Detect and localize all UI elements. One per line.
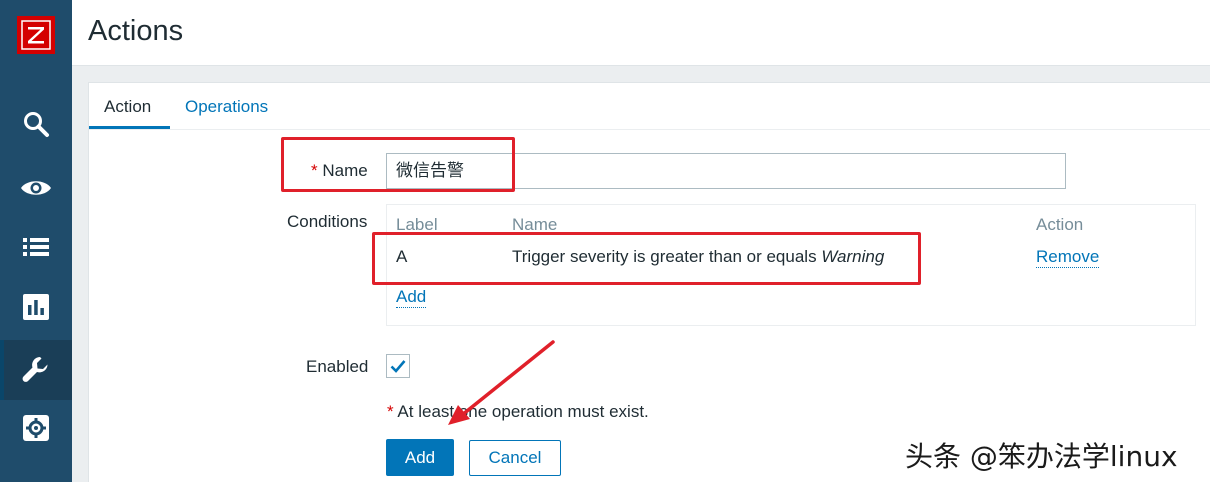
tab-action[interactable]: Action <box>104 97 151 117</box>
condition-label-cell: A <box>396 247 408 266</box>
annotation-arrow-icon <box>448 340 555 425</box>
column-header-label: Label <box>396 215 438 234</box>
page-title: Actions <box>88 15 184 47</box>
column-header-action: Action <box>1036 215 1084 234</box>
condition-name-text: Trigger severity is greater than or equa… <box>512 247 817 266</box>
sidebar-item-reports[interactable] <box>0 277 72 337</box>
condition-name-cell: Trigger severity is greater than or equa… <box>512 247 884 267</box>
add-condition-link[interactable]: Add <box>396 287 427 308</box>
sidebar <box>0 0 72 482</box>
sidebar-item-administration[interactable] <box>0 398 72 458</box>
checkmark-icon <box>390 360 406 373</box>
name-label-text: Name <box>322 161 368 180</box>
enabled-checkbox[interactable] <box>386 354 410 378</box>
warning-mark: * <box>387 402 394 421</box>
gear-icon <box>23 415 49 441</box>
sidebar-item-monitoring[interactable] <box>0 158 72 218</box>
page-header: Actions <box>72 0 1210 66</box>
active-tab-indicator <box>89 126 170 129</box>
tab-bar: Action Operations <box>89 83 1210 130</box>
bar-chart-icon <box>23 294 49 320</box>
remove-condition-link[interactable]: Remove <box>1036 247 1100 268</box>
add-button[interactable]: Add <box>386 439 454 476</box>
sidebar-item-configuration[interactable] <box>0 340 72 400</box>
sidebar-item-search[interactable] <box>0 94 72 154</box>
name-label: * Name <box>311 161 368 181</box>
name-field[interactable]: 微信告警 <box>386 153 1066 189</box>
enabled-label: Enabled <box>306 357 369 376</box>
search-icon <box>24 112 49 137</box>
conditions-label: Conditions <box>287 212 368 231</box>
wrench-icon <box>22 357 48 382</box>
list-icon <box>23 238 49 256</box>
eye-icon <box>21 181 51 195</box>
condition-severity-value: Warning <box>821 247 885 266</box>
sidebar-item-inventory[interactable] <box>0 217 72 277</box>
watermark: 头条 @笨办法学linux <box>905 440 1178 473</box>
zabbix-logo[interactable] <box>17 16 55 54</box>
zabbix-logo-icon <box>21 20 51 50</box>
column-header-name: Name <box>512 215 558 234</box>
required-mark: * <box>311 161 318 180</box>
cancel-button[interactable]: Cancel <box>469 440 561 476</box>
tab-operations[interactable]: Operations <box>185 97 268 117</box>
